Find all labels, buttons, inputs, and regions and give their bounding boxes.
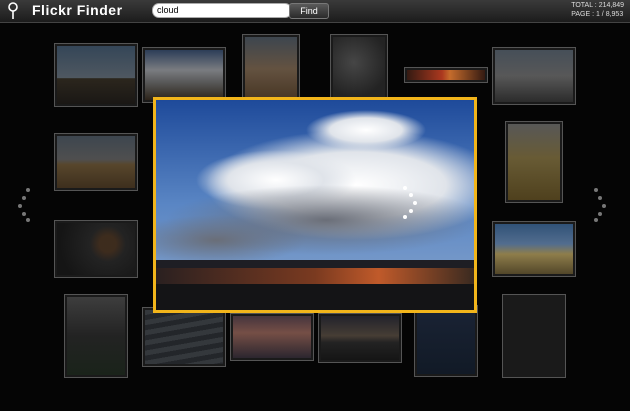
photo-thumbnail[interactable]	[330, 34, 388, 104]
chevron-right-dots-icon	[594, 188, 598, 192]
photo-thumbnail[interactable]	[142, 307, 226, 367]
photo-thumbnail[interactable]	[64, 294, 128, 378]
result-stats: TOTAL : 214,849 PAGE : 1 / 8,953	[571, 1, 624, 19]
top-bar: Flickr Finder Find TOTAL : 214,849 PAGE …	[0, 0, 630, 23]
prev-page-button[interactable]	[14, 188, 30, 222]
photo-thumbnail[interactable]	[404, 67, 488, 83]
photo-stage	[0, 23, 630, 411]
page-indicator: PAGE : 1 / 8,953	[571, 11, 624, 18]
find-button[interactable]: Find	[289, 3, 329, 19]
photo-thumbnail[interactable]	[505, 121, 563, 203]
app-title: Flickr Finder	[32, 2, 123, 18]
chevron-left-dots-icon	[26, 188, 30, 192]
total-count: TOTAL : 214,849	[571, 2, 624, 9]
photo-thumbnail[interactable]	[142, 47, 226, 103]
photo-thumbnail[interactable]	[492, 221, 576, 277]
search-input[interactable]	[152, 3, 292, 18]
photo-thumbnail[interactable]	[54, 43, 138, 107]
focused-photo-image	[156, 100, 474, 310]
photo-thumbnail[interactable]	[54, 220, 138, 278]
photo-thumbnail[interactable]	[414, 305, 478, 377]
photo-thumbnail[interactable]	[502, 294, 566, 378]
map-pin-icon	[8, 2, 18, 19]
loading-spinner-icon	[403, 186, 423, 222]
focused-photo[interactable]	[153, 97, 477, 313]
photo-thumbnail[interactable]	[492, 47, 576, 105]
photo-thumbnail[interactable]	[318, 313, 402, 363]
photo-thumbnail[interactable]	[230, 313, 314, 361]
photo-thumbnail[interactable]	[54, 133, 138, 191]
photo-thumbnail[interactable]	[242, 34, 300, 104]
next-page-button[interactable]	[594, 188, 610, 222]
